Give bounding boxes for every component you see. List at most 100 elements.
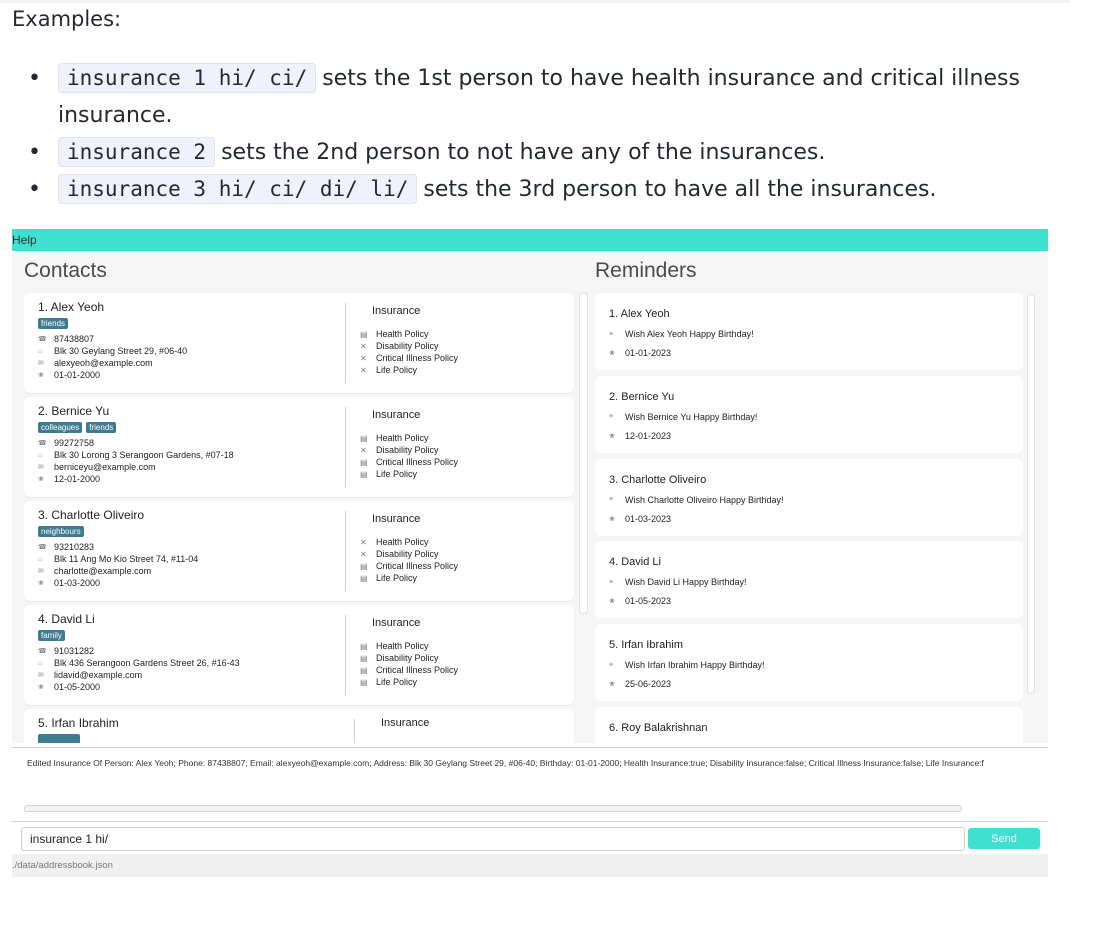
app-window: Help Contacts Reminders 1. Alex Yeoh frie… bbox=[12, 229, 1048, 877]
contact-phone-row: ☎ 93210283 bbox=[38, 541, 198, 553]
reminder-card[interactable]: 2. Bernice Yu ≡ Wish Bernice Yu Happy Birt… bbox=[595, 375, 1023, 453]
contact-email: berniceyu@example.com bbox=[54, 462, 156, 472]
contact-details: ☎ 93210283 ⌂ Blk 11 Ang Mo Kio Street 74, #… bbox=[38, 541, 198, 589]
contact-address: Blk 30 Geylang Street 29, #06-40 bbox=[54, 346, 188, 356]
policy-row: ✕ Critical Illness Policy bbox=[360, 352, 458, 364]
contact-details: ☎ 91031282 ⌂ Blk 436 Serangoon Gardens Stre… bbox=[38, 645, 240, 693]
result-message: Edited Insurance Of Person: Alex Yeoh; P… bbox=[27, 758, 984, 768]
example-code: insurance 3 hi/ ci/ di/ li/ bbox=[58, 174, 418, 204]
reminder-date-row: ❀ 12-01-2023 bbox=[609, 431, 671, 441]
contact-tags: neighbours bbox=[38, 526, 84, 537]
reminder-message-row: ≡ Wish David Li Happy Birthday! bbox=[609, 577, 747, 587]
reminder-message: Wish Bernice Yu Happy Birthday! bbox=[625, 411, 758, 422]
contact-details: ☎ 87438807 ⌂ Blk 30 Geylang Street 29, #06-… bbox=[38, 333, 187, 381]
policy-check-icon: ▤ bbox=[360, 665, 368, 675]
reminder-message-row: ≡ Wish Charlotte Oliveiro Happy Birthday! bbox=[609, 495, 784, 505]
contact-phone-row: ☎ 91031282 bbox=[38, 645, 240, 657]
example-code: insurance 1 hi/ ci/ bbox=[58, 63, 317, 93]
contact-phone: 99272758 bbox=[54, 438, 95, 448]
contact-list[interactable]: 1. Alex Yeoh friends ☎ 87438807 ⌂ Blk 30 Geyl… bbox=[24, 291, 584, 743]
result-horizontal-scrollbar[interactable] bbox=[24, 805, 962, 812]
example-text: sets the 2nd person to not have any of t… bbox=[221, 140, 826, 165]
contact-card[interactable]: 3. Charlotte Oliveiro neighbours ☎ 93210283… bbox=[24, 501, 574, 601]
insurance-heading: Insurance bbox=[372, 305, 421, 317]
contact-card[interactable]: 1. Alex Yeoh friends ☎ 87438807 ⌂ Blk 30 Geyl… bbox=[24, 293, 574, 393]
tag-badge: family bbox=[38, 630, 65, 641]
reminder-date: 01-03-2023 bbox=[625, 513, 672, 524]
insurance-policies: ✕ Health Policy ✕ Disability Policy ▤ Critica… bbox=[360, 536, 458, 584]
reminder-card[interactable]: 4. David Li ≡ Wish David Li Happy Birthday… bbox=[595, 541, 1023, 619]
tag-badge bbox=[38, 734, 80, 743]
policy-row: ▤ Disability Policy bbox=[360, 652, 458, 664]
menu-help[interactable]: Help bbox=[12, 233, 37, 247]
phone-icon: ☎ bbox=[38, 336, 47, 343]
email-icon: ✉ bbox=[38, 464, 44, 471]
contact-card[interactable]: 2. Bernice Yu colleagues friends ☎ 99272758 ⌂… bbox=[24, 397, 574, 497]
contact-address: Blk 11 Ang Mo Kio Street 74, #11-04 bbox=[54, 554, 199, 564]
contact-email: charlotte@example.com bbox=[54, 566, 152, 576]
card-divider bbox=[345, 511, 346, 591]
contact-birthday-row: ❀ 01-03-2000 bbox=[38, 577, 198, 589]
reminder-name: 6. Roy Balakrishnan bbox=[609, 722, 708, 734]
reminder-list-scrollbar[interactable] bbox=[1028, 295, 1034, 693]
reminder-card[interactable]: 5. Irfan Ibrahim ≡ Wish Irfan Ibrahim Happ… bbox=[595, 624, 1023, 702]
policy-name: Health Policy bbox=[376, 433, 429, 443]
email-icon: ✉ bbox=[38, 360, 44, 367]
contact-card[interactable]: 5. Irfan Ibrahim Insurance bbox=[24, 709, 574, 743]
reminders-title: Reminders bbox=[595, 259, 697, 282]
policy-row: ▤ Health Policy bbox=[360, 432, 458, 444]
reminder-message-row: ≡ Wish Bernice Yu Happy Birthday! bbox=[609, 412, 757, 422]
contact-address: Blk 436 Serangoon Gardens Street 26, #16… bbox=[54, 658, 240, 668]
contact-address-row: ⌂ Blk 11 Ang Mo Kio Street 74, #11-04 bbox=[38, 553, 198, 565]
policy-row: ▤ Life Policy bbox=[360, 572, 458, 584]
top-divider bbox=[0, 0, 1070, 3]
contact-phone: 93210283 bbox=[54, 542, 95, 552]
phone-icon: ☎ bbox=[38, 544, 47, 551]
examples-heading: Examples: bbox=[12, 7, 122, 31]
policy-row: ✕ Disability Policy bbox=[360, 548, 458, 560]
insurance-policies: ▤ Health Policy ✕ Disability Policy ▤ Critica… bbox=[360, 432, 458, 480]
contact-name: 3. Charlotte Oliveiro bbox=[38, 508, 145, 522]
command-bar: Send bbox=[12, 821, 1048, 854]
policy-name: Life Policy bbox=[376, 677, 418, 687]
send-button[interactable]: Send bbox=[968, 828, 1040, 849]
message-icon: ≡ bbox=[609, 578, 614, 586]
contact-birthday: 01-03-2000 bbox=[54, 578, 101, 588]
contact-list-scrollbar[interactable] bbox=[580, 293, 587, 613]
contact-birthday-row: ❀ 12-01-2000 bbox=[38, 473, 234, 485]
reminder-date: 25-06-2023 bbox=[625, 679, 672, 690]
phone-icon: ☎ bbox=[38, 648, 47, 655]
policy-cross-icon: ✕ bbox=[360, 537, 367, 547]
policy-row: ▤ Health Policy bbox=[360, 328, 458, 340]
policy-check-icon: ▤ bbox=[360, 677, 368, 687]
command-input[interactable] bbox=[21, 827, 965, 851]
main-panel: Contacts Reminders 1. Alex Yeoh friends ☎ 8… bbox=[12, 251, 1048, 743]
tag-badge: friends bbox=[38, 318, 69, 329]
contact-birthday: 01-01-2000 bbox=[54, 370, 101, 380]
reminder-card[interactable]: 3. Charlotte Oliveiro ≡ Wish Charlotte Oli… bbox=[595, 458, 1023, 536]
reminder-list[interactable]: 1. Alex Yeoh ≡ Wish Alex Yeoh Happy Birthd… bbox=[595, 291, 1040, 743]
reminder-card[interactable]: 6. Roy Balakrishnan bbox=[595, 707, 1023, 743]
tag-badge: neighbours bbox=[38, 526, 84, 537]
contact-tags: family bbox=[38, 630, 65, 641]
contacts-title: Contacts bbox=[24, 259, 107, 282]
policy-check-icon: ▤ bbox=[360, 329, 368, 339]
contact-birthday: 12-01-2000 bbox=[54, 474, 101, 484]
cake-icon: ❀ bbox=[609, 598, 615, 606]
message-icon: ≡ bbox=[609, 413, 614, 421]
example-item: insurance 3 hi/ ci/ di/ li/sets the 3rd … bbox=[28, 171, 1048, 208]
policy-name: Disability Policy bbox=[376, 653, 439, 663]
policy-name: Disability Policy bbox=[376, 341, 439, 351]
contact-birthday: 01-05-2000 bbox=[54, 682, 101, 692]
reminder-message-row: ≡ Wish Alex Yeoh Happy Birthday! bbox=[609, 329, 754, 339]
contact-card[interactable]: 4. David Li family ☎ 91031282 ⌂ Blk 436 Seran… bbox=[24, 605, 574, 705]
reminder-card[interactable]: 1. Alex Yeoh ≡ Wish Alex Yeoh Happy Birthd… bbox=[595, 293, 1023, 370]
birthday-icon: ❀ bbox=[38, 684, 44, 691]
birthday-icon: ❀ bbox=[38, 580, 44, 587]
policy-check-icon: ▤ bbox=[360, 433, 368, 443]
policy-check-icon: ▤ bbox=[360, 561, 368, 571]
contact-phone: 91031282 bbox=[54, 646, 95, 656]
contact-email: alexyeoh@example.com bbox=[54, 358, 153, 368]
message-icon: ≡ bbox=[609, 330, 614, 338]
contact-address: Blk 30 Lorong 3 Serangoon Gardens, #07-1… bbox=[54, 450, 234, 460]
